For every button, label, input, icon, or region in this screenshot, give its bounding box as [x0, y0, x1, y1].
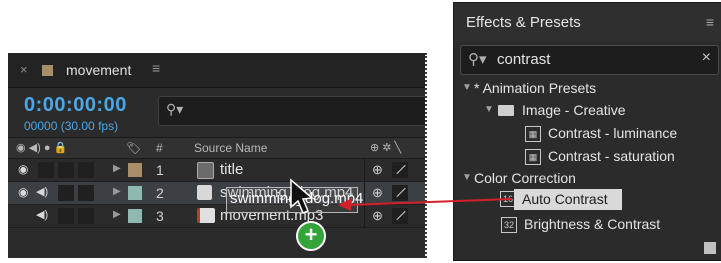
current-timecode[interactable]: 0:00:00:00 [24, 94, 127, 117]
frame-rate-readout: 00000 (30.00 fps) [24, 119, 119, 133]
shy-switch-icon[interactable]: ⊕ [372, 185, 383, 201]
visibility-eye-icon[interactable]: ◉ [18, 162, 28, 176]
preset-icon: ▦ [525, 149, 541, 165]
new-folder-icon[interactable] [704, 242, 716, 254]
tree-item-label: * Animation Presets [474, 80, 597, 96]
tree-item-label: Contrast - saturation [548, 148, 675, 164]
layer-number: 2 [156, 185, 164, 201]
add-copy-icon: + [296, 221, 326, 251]
tree-item-label: Auto Contrast [522, 191, 608, 207]
tree-item-contrast-luminance[interactable]: ▦ Contrast - luminance [454, 122, 721, 144]
expand-triangle-icon[interactable]: ▼ [484, 104, 494, 115]
timeline-panel: × movement ≡ 0:00:00:00 00000 (30.00 fps… [8, 53, 425, 258]
timeline-search-input[interactable]: ⚲▾ [158, 96, 425, 126]
tree-item-label: Color Correction [474, 170, 576, 186]
av-switch-icons: ◉ ◀) ● 🔒 [16, 142, 68, 154]
layer-row[interactable]: ◀) ▶ 3 movement.mp3 ⊕ [8, 205, 425, 228]
footage-icon [197, 185, 212, 200]
timeline-header: × movement ≡ [8, 53, 425, 88]
visibility-eye-icon[interactable]: ◉ [18, 185, 28, 199]
column-divider [364, 159, 365, 181]
search-icon: ⚲▾ [166, 101, 184, 117]
panel-menu-icon[interactable]: ≡ [706, 14, 714, 30]
effects-presets-panel: Effects & Presets ≡ ⚲▾ contrast × ▼ * An… [453, 2, 721, 261]
effects-panel-header: Effects & Presets ≡ [454, 3, 721, 41]
solo-switch[interactable] [58, 162, 74, 178]
audio-speaker-icon[interactable]: ◀) [36, 185, 48, 198]
drag-drop-proxy: swimming_dog.mp4 [226, 187, 363, 213]
preset-icon: ▦ [525, 126, 541, 142]
layer-column-header: ◉ ◀) ● 🔒 🏷 # Source Name ⊕ ✲ ╲ [8, 137, 425, 159]
expand-triangle-icon[interactable]: ▶ [113, 163, 121, 174]
quality-switch[interactable] [392, 208, 408, 224]
label-column-icon: 🏷 [126, 141, 142, 155]
panel-title: Effects & Presets [466, 14, 581, 31]
tree-item-image-creative[interactable]: ▼ Image - Creative [454, 99, 721, 121]
effects-search-input[interactable]: ⚲▾ contrast × [460, 45, 719, 75]
solo-switch[interactable] [58, 208, 74, 224]
tree-item-animation-presets[interactable]: ▼ * Animation Presets [454, 77, 721, 99]
lock-switch[interactable] [78, 208, 94, 224]
layer-source-name[interactable]: title [220, 161, 243, 178]
composition-icon [197, 162, 214, 179]
expand-triangle-icon[interactable]: ▼ [462, 172, 472, 183]
quality-switch[interactable] [392, 185, 408, 201]
tree-item-auto-contrast[interactable]: Auto Contrast [514, 189, 622, 210]
audio-switch[interactable] [38, 162, 54, 178]
comp-name-tab[interactable]: movement [66, 62, 131, 78]
solo-switch[interactable] [58, 185, 74, 201]
comp-label-swatch [42, 65, 53, 76]
expand-triangle-icon[interactable]: ▶ [113, 209, 121, 220]
panel-edge [425, 53, 427, 258]
effect-icon: 32 [501, 217, 517, 233]
shy-switch-icon[interactable]: ⊕ [372, 162, 383, 178]
tree-item-color-correction[interactable]: ▼ Color Correction [454, 167, 721, 189]
col-source-name-header[interactable]: Source Name [194, 141, 267, 155]
search-value[interactable]: contrast [497, 51, 550, 68]
audio-speaker-icon[interactable]: ◀) [36, 208, 48, 221]
clear-search-icon[interactable]: × [702, 49, 711, 67]
layer-label-color[interactable] [128, 209, 142, 223]
search-icon: ⚲▾ [468, 51, 487, 68]
audio-file-icon [197, 208, 215, 223]
tree-item-contrast-saturation[interactable]: ▦ Contrast - saturation [454, 145, 721, 167]
tree-item-label: Image - Creative [522, 102, 626, 118]
folder-icon [498, 105, 514, 116]
lock-switch[interactable] [78, 185, 94, 201]
switches-header-icons: ⊕ ✲ ╲ [370, 142, 402, 154]
tree-item-label: Contrast - luminance [548, 125, 678, 141]
close-tab-icon[interactable]: × [20, 62, 28, 77]
tree-item-brightness-contrast[interactable]: 32 Brightness & Contrast [454, 213, 721, 235]
expand-triangle-icon[interactable]: ▶ [113, 186, 121, 197]
layer-label-color[interactable] [128, 186, 142, 200]
layer-number: 1 [156, 162, 164, 178]
layer-row[interactable]: ◉ ▶ 1 title ⊕ [8, 159, 425, 182]
quality-switch[interactable] [392, 162, 408, 178]
column-divider [364, 205, 365, 227]
col-num-header: # [156, 141, 163, 155]
drag-proxy-label: swimming_dog.mp4 [230, 190, 364, 207]
panel-menu-icon[interactable]: ≡ [152, 60, 160, 76]
lock-switch[interactable] [78, 162, 94, 178]
column-divider [364, 182, 365, 204]
layer-label-color[interactable] [128, 163, 142, 177]
layer-number: 3 [156, 208, 164, 224]
expand-triangle-icon[interactable]: ▼ [462, 82, 472, 93]
tree-item-label: Brightness & Contrast [524, 216, 661, 232]
shy-switch-icon[interactable]: ⊕ [372, 208, 383, 224]
